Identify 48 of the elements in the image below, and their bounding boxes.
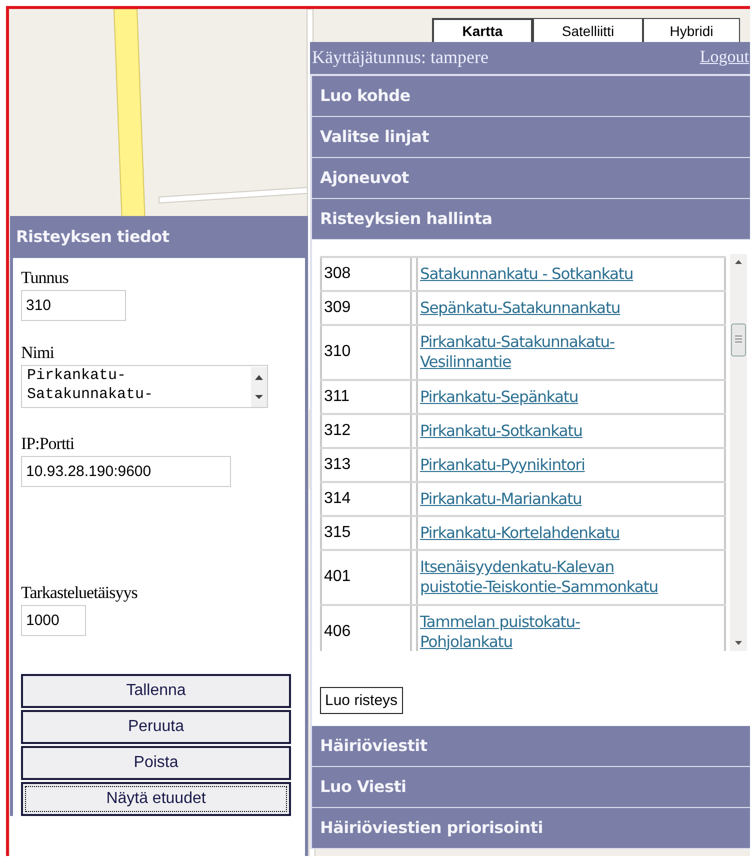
accordion-header[interactable]: Risteyksien hallinta: [310, 199, 750, 240]
table-cell: 315: [320, 517, 412, 550]
table-cell: 401: [320, 551, 412, 604]
input-field[interactable]: 310: [21, 290, 126, 321]
intersection-link[interactable]: Satakunnankatu - Sotkankatu: [420, 264, 634, 284]
accordion-header[interactable]: Ajoneuvot: [310, 158, 750, 199]
panel-button[interactable]: Tallenna: [21, 674, 291, 708]
intersection-link[interactable]: Pirkankatu-Satakunnakatu- Vesilinnantie: [420, 332, 614, 373]
intersection-link[interactable]: Pirkankatu-Kortelahdenkatu: [420, 523, 620, 544]
table-cell: 308: [320, 258, 412, 290]
logout-link[interactable]: Logout: [700, 47, 749, 68]
table-cell: 312: [320, 414, 412, 447]
create-intersection-button[interactable]: Luo risteys: [320, 687, 403, 714]
intersection-link[interactable]: Pirkankatu-Mariankatu: [420, 488, 582, 510]
intersection-link[interactable]: Sepänkatu-Satakunnankatu: [420, 298, 620, 318]
table-cell: 309: [320, 292, 412, 324]
scrollbar[interactable]: [251, 366, 267, 406]
intersection-link[interactable]: Tammelan puistokatu- Pohjolankatu: [420, 612, 580, 651]
intersection-link[interactable]: Pirkankatu-Sepänkatu: [420, 386, 578, 407]
table-cell: 406: [320, 606, 412, 651]
table-cell: 313: [320, 448, 412, 481]
accordion-header[interactable]: Luo Viesti: [310, 767, 750, 808]
map-type-tab[interactable]: Hybridi: [643, 18, 740, 44]
accordion-header[interactable]: Häiriöviestit: [310, 726, 750, 767]
map-type-tab[interactable]: Satelliitti: [533, 18, 643, 44]
panel-button[interactable]: Peruuta: [21, 710, 291, 744]
input-field[interactable]: 10.93.28.190:9600: [21, 456, 231, 487]
intersection-link[interactable]: Itsenäisyydenkatu-Kalevan puistotie-Teiskontie-Sammonkatu: [420, 557, 658, 598]
field-label: Tarkasteluetäisyys: [21, 583, 138, 603]
input-field[interactable]: 1000: [21, 605, 86, 636]
table-cell: 314: [320, 482, 412, 516]
intersection-link[interactable]: Pirkankatu-Sotkankatu: [420, 420, 582, 441]
field-label: Nimi: [21, 343, 54, 363]
username-label: Käyttäjätunnus: tampere: [312, 47, 488, 68]
accordion-header[interactable]: Valitse linjat: [310, 117, 750, 158]
accordion-header[interactable]: Luo kohde: [310, 76, 750, 117]
table-cell: 310: [320, 326, 412, 379]
accordion-header[interactable]: Häiriöviestien priorisointi: [310, 808, 750, 849]
map-type-tab[interactable]: Kartta: [432, 18, 533, 44]
textarea-field[interactable]: Pirkankatu- Satakunnakatu-: [21, 365, 268, 408]
panel-button[interactable]: Poista: [21, 746, 291, 780]
panel-title: Risteyksen tiedot: [10, 216, 305, 258]
intersection-link[interactable]: Pirkankatu-Pyynikintori: [420, 454, 585, 475]
table-cell: 311: [320, 380, 412, 413]
scrollbar[interactable]: [730, 254, 747, 651]
field-label: IP:Portti: [21, 434, 74, 454]
field-label: Tunnus: [21, 268, 68, 288]
panel-button[interactable]: Näytä etuudet: [21, 782, 291, 816]
